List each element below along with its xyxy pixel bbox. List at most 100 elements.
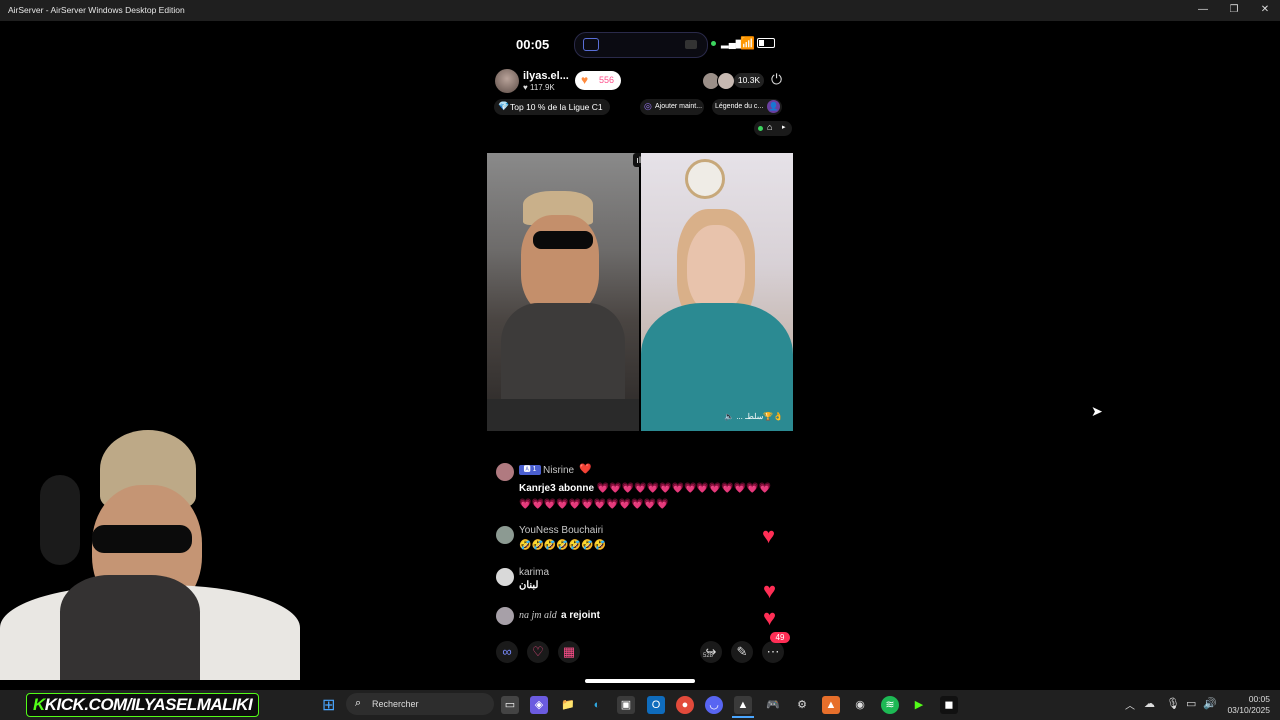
edge-icon[interactable]: ◐ xyxy=(588,696,606,714)
speaker-icon: 🔈 xyxy=(724,412,734,421)
sunglasses-shape xyxy=(533,231,593,249)
chat-username[interactable]: Nisrine xyxy=(543,465,574,476)
grid-icon[interactable]: ▦ xyxy=(558,641,580,663)
discord-icon[interactable]: ◡ xyxy=(705,696,723,714)
level-badge: 🅰 1 xyxy=(519,465,541,475)
kick-url-banner: KKICK.COM/ILYASELMALIKI xyxy=(26,693,260,717)
tray-chevron-icon[interactable]: ︿ xyxy=(1125,697,1135,712)
add-button[interactable]: ◎ Ajouter maint... xyxy=(640,99,704,115)
avatar[interactable] xyxy=(496,607,514,625)
file-explorer-icon[interactable]: 📁 xyxy=(559,696,577,714)
chat-message: Kanrje3 abonne 💗💗💗💗💗💗💗💗💗💗💗💗💗💗💗💗💗💗💗💗💗💗💗💗💗… xyxy=(519,483,772,510)
battery-icon xyxy=(757,38,775,48)
vest-shape xyxy=(60,575,200,680)
face-shape xyxy=(687,225,745,313)
chat-username[interactable]: na jm ald xyxy=(519,610,557,621)
chrome-icon[interactable]: ● xyxy=(676,696,694,714)
store-icon[interactable]: ▣ xyxy=(617,696,635,714)
chat-message: a rejoint xyxy=(561,610,600,621)
maximize-button[interactable]: ❐ xyxy=(1227,4,1241,16)
video-feed-host xyxy=(487,153,639,431)
host-likes-row: ♥ 117.9K xyxy=(523,83,555,92)
airserver-icon[interactable]: ▲ xyxy=(734,696,752,714)
room-controls[interactable]: ⌂ ▸ xyxy=(754,121,792,136)
window-titlebar: AirServer - AirServer Windows Desktop Ed… xyxy=(0,0,1280,21)
heart-icon: ♥ xyxy=(762,523,776,548)
viewer-avatar xyxy=(717,72,735,90)
more-icon[interactable]: ⋯ xyxy=(762,641,784,663)
spotify-icon[interactable]: ≋ xyxy=(881,696,899,714)
guest-overlay: 🔈 ... سلطـ🏆👌 xyxy=(724,412,783,421)
link-icon[interactable]: ∞ xyxy=(496,641,518,663)
share-icon[interactable]: ↪ xyxy=(700,641,722,663)
play-icon[interactable]: ▶ xyxy=(910,696,928,714)
copilot-icon[interactable]: ◈ xyxy=(530,696,548,714)
host-name: ilyas.el... xyxy=(523,70,569,82)
chat-username[interactable]: karima xyxy=(519,567,549,578)
settings-icon[interactable]: ⚙ xyxy=(793,696,811,714)
wall-clock-shape xyxy=(685,159,725,199)
share-count: 528 xyxy=(703,653,714,659)
viewer-count[interactable]: 10.3K xyxy=(734,73,764,88)
avatar[interactable] xyxy=(496,463,514,481)
volume-icon[interactable]: 🔊 xyxy=(1203,697,1217,710)
search-icon: ⌕ xyxy=(355,697,362,709)
heart-emoji: ❤️ xyxy=(579,464,592,475)
heart-icon: ♥ xyxy=(763,605,777,630)
mouse-cursor-icon: ➤ xyxy=(1091,403,1103,419)
video-feed-guest xyxy=(641,153,793,431)
avatar[interactable] xyxy=(496,526,514,544)
host-likes: 117.9K xyxy=(529,83,555,92)
online-dot-icon xyxy=(758,126,763,131)
diamond-icon: 💎 xyxy=(498,101,510,111)
network-icon[interactable]: ▭ xyxy=(1186,697,1196,710)
league-badge[interactable]: 💎 Top 10 % de la Ligue C1 xyxy=(494,99,610,115)
notification-badge: 49 xyxy=(770,632,790,643)
avatar[interactable] xyxy=(496,568,514,586)
home-indicator[interactable] xyxy=(585,679,695,683)
windows-start-icon[interactable]: ⊞ xyxy=(322,695,335,715)
search-placeholder: Rechercher xyxy=(372,699,419,709)
magic-wand-icon[interactable]: ✎ xyxy=(731,641,753,663)
legend-avatar: 👤 xyxy=(767,100,780,113)
obs-icon[interactable]: ◉ xyxy=(851,696,869,714)
gift-counter[interactable]: ♥ 556 xyxy=(575,71,621,90)
desk-shape xyxy=(487,399,639,431)
kick-logo-icon: K xyxy=(33,695,45,714)
clock-date[interactable]: 03/10/2025 xyxy=(1226,705,1270,715)
mic-indicator-icon xyxy=(711,41,716,46)
close-button[interactable]: ✕ xyxy=(1258,4,1272,16)
clock-time[interactable]: 00:05 xyxy=(1226,694,1270,704)
match-icon[interactable]: ♡ xyxy=(527,641,549,663)
host-avatar xyxy=(495,69,519,93)
microphone-icon[interactable]: 🎙 xyxy=(1166,697,1180,710)
outlook-icon[interactable]: O xyxy=(647,696,665,714)
headset-shape xyxy=(40,475,80,565)
taskbar-search[interactable]: ⌕ Rechercher xyxy=(346,693,494,715)
sunglasses-shape xyxy=(92,525,192,553)
chat-message: لبنان xyxy=(519,580,539,591)
minimize-button[interactable]: — xyxy=(1196,4,1210,16)
heart-small-icon: ♥ xyxy=(523,83,528,92)
orange-heart-icon: ♥ xyxy=(581,73,589,87)
chat-username[interactable]: YouNess Bouchairi xyxy=(519,525,603,536)
screen-mirror-icon xyxy=(583,38,599,51)
guest-label: ... سلطـ🏆👌 xyxy=(736,412,784,421)
chat-message: 🤣🤣🤣🤣🤣🤣🤣 xyxy=(519,540,607,551)
vlc-icon[interactable]: ▲ xyxy=(822,696,840,714)
league-label: Top 10 % de la Ligue C1 xyxy=(510,102,603,112)
onedrive-icon[interactable]: ☁ xyxy=(1144,697,1155,710)
task-view-icon[interactable]: ▭ xyxy=(501,696,519,714)
heart-icon: ♥ xyxy=(763,578,777,603)
home-icon: ⌂ xyxy=(767,122,773,132)
wifi-icon: 📶 xyxy=(740,36,755,50)
gamepad-icon[interactable]: 🎮 xyxy=(764,696,782,714)
chevron-right-icon: ▸ xyxy=(782,124,786,131)
streamer-webcam xyxy=(0,425,300,680)
legend-label: Légende du c... xyxy=(715,103,764,110)
power-icon[interactable]: ⏻ xyxy=(771,71,782,88)
window-title: AirServer - AirServer Windows Desktop Ed… xyxy=(8,5,185,15)
legend-badge[interactable]: Légende du c... 👤 xyxy=(712,99,782,115)
active-app-indicator xyxy=(732,716,754,718)
app-icon[interactable]: ◼ xyxy=(940,696,958,714)
